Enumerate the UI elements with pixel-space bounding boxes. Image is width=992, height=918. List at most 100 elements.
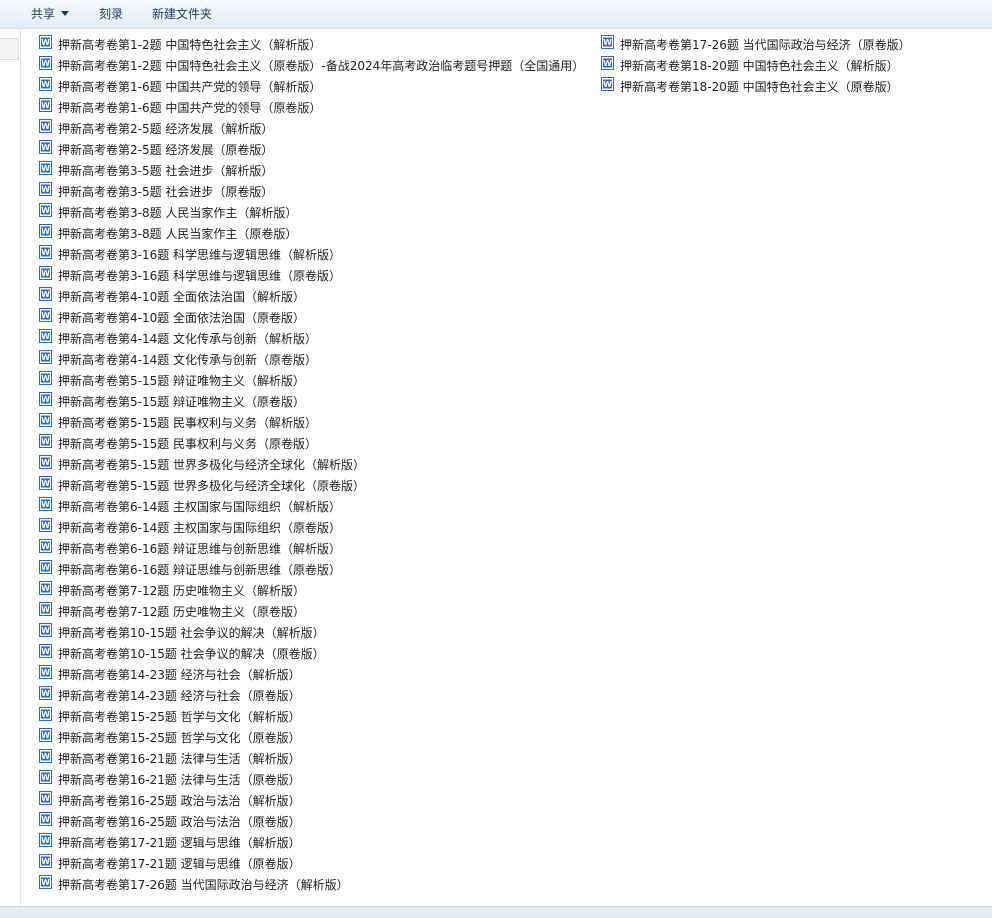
svg-text:W: W [41, 752, 50, 761]
file-item[interactable]: W 押新高考卷第15-25题 哲学与文化（解析版） [39, 707, 584, 728]
file-item[interactable]: W 押新高考卷第16-21题 法律与生活（解析版） [39, 749, 584, 770]
file-item[interactable]: W 押新高考卷第14-23题 经济与社会（解析版） [39, 665, 584, 686]
file-item[interactable]: W 押新高考卷第3-16题 科学思维与逻辑思维（原卷版） [39, 266, 584, 287]
word-doc-icon: W [39, 476, 58, 497]
svg-text:W: W [41, 185, 50, 194]
file-item[interactable]: W 押新高考卷第3-16题 科学思维与逻辑思维（解析版） [39, 245, 584, 266]
file-item[interactable]: W 押新高考卷第5-15题 民事权利与义务（原卷版） [39, 434, 584, 455]
svg-text:W: W [41, 332, 50, 341]
file-list[interactable]: W 押新高考卷第1-2题 中国特色社会主义（解析版） W 押新高考卷第1-2题 中国特… [21, 29, 992, 906]
file-item[interactable]: W 押新高考卷第4-10题 全面依法治国（原卷版） [39, 308, 584, 329]
file-item[interactable]: W 押新高考卷第6-14题 主权国家与国际组织（原卷版） [39, 518, 584, 539]
share-button[interactable]: 共享 [31, 0, 70, 28]
file-item[interactable]: W 押新高考卷第16-25题 政治与法治（解析版） [39, 791, 584, 812]
svg-text:W: W [41, 122, 50, 131]
file-item-label: 押新高考卷第15-25题 哲学与文化（原卷版） [58, 731, 301, 745]
word-doc-icon: W [39, 161, 58, 182]
file-item-label: 押新高考卷第16-25题 政治与法治（原卷版） [58, 815, 301, 829]
file-item[interactable]: W 押新高考卷第14-23题 经济与社会（原卷版） [39, 686, 584, 707]
file-item[interactable]: W 押新高考卷第4-14题 文化传承与创新（解析版） [39, 329, 584, 350]
file-item[interactable]: W 押新高考卷第5-15题 世界多极化与经济全球化（解析版） [39, 455, 584, 476]
file-item-label: 押新高考卷第14-23题 经济与社会（原卷版） [58, 689, 301, 703]
file-item-label: 押新高考卷第7-12题 历史唯物主义（原卷版） [58, 605, 306, 619]
file-item[interactable]: W 押新高考卷第16-21题 法律与生活（原卷版） [39, 770, 584, 791]
file-item[interactable]: W 押新高考卷第17-26题 当代国际政治与经济（原卷版） [601, 35, 911, 56]
file-item[interactable]: W 押新高考卷第15-25题 哲学与文化（原卷版） [39, 728, 584, 749]
file-item-label: 押新高考卷第1-6题 中国共产党的领导（解析版） [58, 80, 322, 94]
file-item[interactable]: W 押新高考卷第1-2题 中国特色社会主义（解析版） [39, 35, 584, 56]
file-item[interactable]: W 押新高考卷第6-14题 主权国家与国际组织（解析版） [39, 497, 584, 518]
file-item[interactable]: W 押新高考卷第2-5题 经济发展（解析版） [39, 119, 584, 140]
new-folder-button[interactable]: 新建文件夹 [152, 0, 212, 28]
file-item[interactable]: W 押新高考卷第2-5题 经济发展（原卷版） [39, 140, 584, 161]
file-item-label: 押新高考卷第6-16题 辩证思维与创新思维（解析版） [58, 542, 342, 556]
file-item-label: 押新高考卷第5-15题 辩证唯物主义（原卷版） [58, 395, 306, 409]
word-doc-icon: W [601, 56, 620, 77]
file-item-label: 押新高考卷第17-21题 逻辑与思维（原卷版） [58, 857, 301, 871]
svg-text:W: W [41, 437, 50, 446]
word-doc-icon: W [39, 875, 58, 896]
file-item-label: 押新高考卷第5-15题 辩证唯物主义（解析版） [58, 374, 306, 388]
word-doc-icon: W [39, 98, 58, 119]
file-item[interactable]: W 押新高考卷第3-5题 社会进步（原卷版） [39, 182, 584, 203]
file-item[interactable]: W 押新高考卷第1-6题 中国共产党的领导（解析版） [39, 77, 584, 98]
word-doc-icon: W [39, 518, 58, 539]
word-doc-icon: W [39, 224, 58, 245]
file-item[interactable]: W 押新高考卷第7-12题 历史唯物主义（原卷版） [39, 602, 584, 623]
file-item-label: 押新高考卷第4-14题 文化传承与创新（原卷版） [58, 353, 318, 367]
file-item[interactable]: W 押新高考卷第5-15题 民事权利与义务（解析版） [39, 413, 584, 434]
file-item-label: 押新高考卷第17-26题 当代国际政治与经济（原卷版） [620, 38, 911, 52]
file-item[interactable]: W 押新高考卷第5-15题 辩证唯物主义（原卷版） [39, 392, 584, 413]
file-item[interactable]: W 押新高考卷第3-8题 人民当家作主（解析版） [39, 203, 584, 224]
file-item-label: 押新高考卷第6-14题 主权国家与国际组织（原卷版） [58, 521, 342, 535]
file-item[interactable]: W 押新高考卷第5-15题 世界多极化与经济全球化（原卷版） [39, 476, 584, 497]
word-doc-icon: W [39, 707, 58, 728]
file-item-label: 押新高考卷第3-16题 科学思维与逻辑思维（解析版） [58, 248, 342, 262]
file-item-label: 押新高考卷第5-15题 民事权利与义务（原卷版） [58, 437, 318, 451]
word-doc-icon: W [39, 623, 58, 644]
file-item[interactable]: W 押新高考卷第17-21题 逻辑与思维（原卷版） [39, 854, 584, 875]
file-item[interactable]: W 押新高考卷第4-10题 全面依法治国（解析版） [39, 287, 584, 308]
file-item[interactable]: W 押新高考卷第17-21题 逻辑与思维（解析版） [39, 833, 584, 854]
word-doc-icon: W [39, 77, 58, 98]
share-button-label: 共享 [31, 7, 56, 21]
file-item[interactable]: W 押新高考卷第7-12题 历史唯物主义（解析版） [39, 581, 584, 602]
svg-text:W: W [41, 479, 50, 488]
file-item[interactable]: W 押新高考卷第5-15题 辩证唯物主义（解析版） [39, 371, 584, 392]
file-item-label: 押新高考卷第16-25题 政治与法治（解析版） [58, 794, 301, 808]
svg-text:W: W [41, 815, 50, 824]
svg-text:W: W [41, 584, 50, 593]
file-item[interactable]: W 押新高考卷第6-16题 辩证思维与创新思维（原卷版） [39, 560, 584, 581]
burn-button-label: 刻录 [99, 7, 124, 21]
file-item-label: 押新高考卷第15-25题 哲学与文化（解析版） [58, 710, 301, 724]
file-item[interactable]: W 押新高考卷第18-20题 中国特色社会主义（解析版） [601, 56, 911, 77]
file-item[interactable]: W 押新高考卷第10-15题 社会争议的解决（解析版） [39, 623, 584, 644]
file-item[interactable]: W 押新高考卷第3-8题 人民当家作主（原卷版） [39, 224, 584, 245]
word-doc-icon: W [39, 770, 58, 791]
word-doc-icon: W [39, 434, 58, 455]
file-item[interactable]: W 押新高考卷第3-5题 社会进步（解析版） [39, 161, 584, 182]
file-item[interactable]: W 押新高考卷第4-14题 文化传承与创新（原卷版） [39, 350, 584, 371]
file-item-label: 押新高考卷第5-15题 世界多极化与经济全球化（原卷版） [58, 479, 366, 493]
svg-text:W: W [603, 38, 612, 47]
burn-button[interactable]: 刻录 [99, 0, 123, 28]
file-item-label: 押新高考卷第3-8题 人民当家作主（原卷版） [58, 227, 298, 241]
word-doc-icon: W [39, 560, 58, 581]
file-item[interactable]: W 押新高考卷第6-16题 辩证思维与创新思维（解析版） [39, 539, 584, 560]
file-item[interactable]: W 押新高考卷第16-25题 政治与法治（原卷版） [39, 812, 584, 833]
file-item[interactable]: W 押新高考卷第1-2题 中国特色社会主义（原卷版）-备战2024年高考政治临考题… [39, 56, 584, 77]
file-item-label: 押新高考卷第10-15题 社会争议的解决（解析版） [58, 626, 325, 640]
nav-selected-item[interactable] [0, 38, 19, 60]
file-item[interactable]: W 押新高考卷第1-6题 中国共产党的领导（原卷版） [39, 98, 584, 119]
file-list-column-2: W 押新高考卷第17-26题 当代国际政治与经济（原卷版） W 押新高考卷第18-20… [601, 35, 911, 98]
file-item[interactable]: W 押新高考卷第18-20题 中国特色社会主义（原卷版） [601, 77, 911, 98]
word-doc-icon: W [39, 56, 58, 77]
word-doc-icon: W [39, 812, 58, 833]
file-item-label: 押新高考卷第16-21题 法律与生活（原卷版） [58, 773, 301, 787]
svg-text:W: W [41, 626, 50, 635]
chevron-down-icon [61, 11, 70, 16]
file-item[interactable]: W 押新高考卷第17-26题 当代国际政治与经济（解析版） [39, 875, 584, 896]
navigation-pane[interactable] [0, 29, 21, 906]
svg-text:W: W [41, 836, 50, 845]
file-item[interactable]: W 押新高考卷第10-15题 社会争议的解决（原卷版） [39, 644, 584, 665]
